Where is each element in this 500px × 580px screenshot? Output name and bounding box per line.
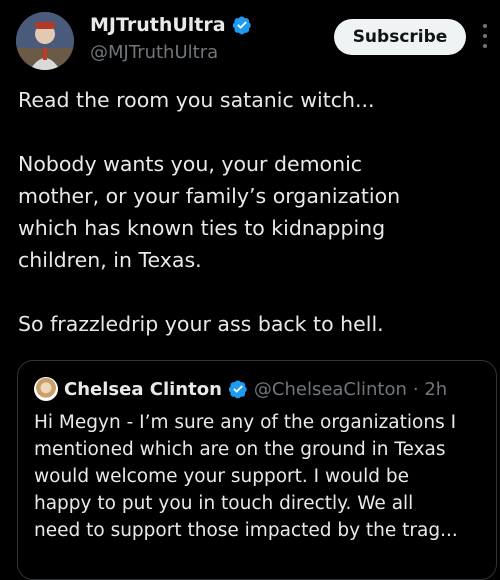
tweet-line: So frazzledrip your ass back to hell.	[18, 312, 384, 336]
subscribe-button[interactable]: Subscribe	[334, 19, 466, 55]
avatar-image	[16, 12, 74, 70]
quoted-author-name[interactable]: Chelsea Clinton	[64, 379, 222, 400]
author-handle[interactable]: @MJTruthUltra	[90, 42, 218, 63]
author-display-name[interactable]: MJTruthUltra	[90, 14, 252, 36]
author-name[interactable]: MJTruthUltra	[90, 14, 226, 36]
quoted-line: mentioned which are on the ground in Tex…	[34, 439, 446, 460]
quoted-tweet-card[interactable]: Chelsea Clinton @ChelseaClinton · 2h Hi …	[17, 360, 497, 580]
quoted-line: Hi Megyn - I’m sure any of the organizat…	[34, 412, 457, 433]
quoted-line: happy to put you in touch directly. We a…	[34, 493, 414, 514]
quoted-author-handle[interactable]: @ChelseaClinton	[254, 379, 407, 400]
tweet-text: Read the room you satanic witch... Nobod…	[18, 84, 488, 340]
quoted-tweet-header: Chelsea Clinton @ChelseaClinton · 2h	[34, 377, 447, 401]
tweet-line: which has known ties to kidnapping	[18, 216, 386, 240]
quoted-line: need to support those impacted by the tr…	[34, 520, 458, 541]
quoted-tweet-text: Hi Megyn - I’m sure any of the organizat…	[34, 409, 489, 544]
author-avatar[interactable]	[16, 12, 74, 70]
more-options-icon[interactable]	[480, 24, 490, 48]
tweet-line: children, in Texas.	[18, 248, 202, 272]
tweet-line: Nobody wants you, your demonic	[18, 152, 363, 176]
quoted-timestamp[interactable]: · 2h	[413, 379, 447, 400]
quoted-line: would welcome your support. I would be	[34, 466, 410, 487]
quoted-author-avatar[interactable]	[34, 377, 58, 401]
tweet-line: mother, or your family’s organization	[18, 184, 401, 208]
verified-badge-icon	[232, 16, 251, 35]
verified-badge-icon	[228, 380, 247, 399]
tweet-line: Read the room you satanic witch...	[18, 88, 375, 112]
